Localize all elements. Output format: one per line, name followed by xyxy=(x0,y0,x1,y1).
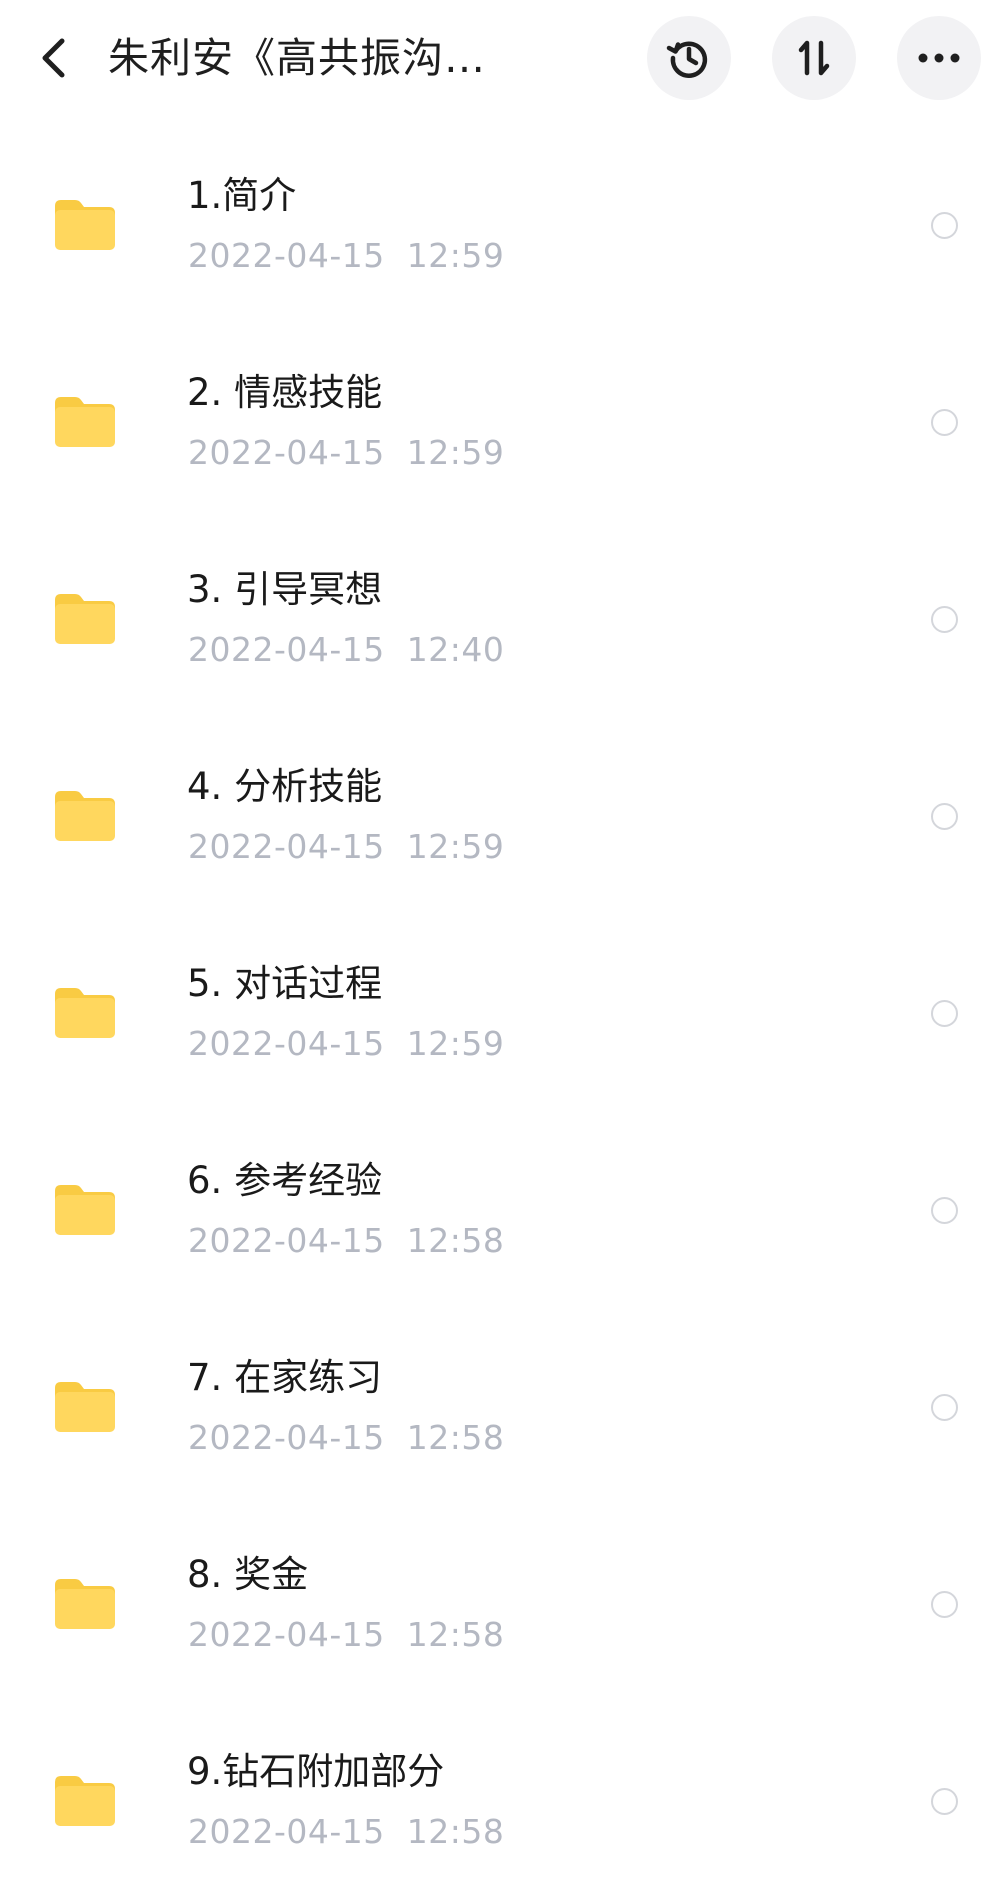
folder-icon xyxy=(55,1382,115,1432)
folder-icon xyxy=(55,1579,115,1629)
select-radio[interactable] xyxy=(931,803,958,830)
file-date: 2022-04-15 12:40 xyxy=(188,630,505,669)
sort-icon xyxy=(798,40,830,76)
folder-icon xyxy=(55,200,115,250)
file-name: 7. 在家练习 xyxy=(187,1356,383,1399)
top-bar: 朱利安《高共振沟… xyxy=(0,0,1000,118)
folder-title: 朱利安《高共振沟… xyxy=(108,34,486,82)
more-button[interactable] xyxy=(897,16,981,100)
file-list-item[interactable]: 6. 参考经验 2022-04-15 12:58 xyxy=(0,1103,1000,1300)
back-button[interactable] xyxy=(28,30,78,86)
history-icon xyxy=(666,41,708,78)
file-date: 2022-04-15 12:58 xyxy=(188,1418,505,1457)
file-name: 2. 情感技能 xyxy=(187,371,383,414)
folder-icon xyxy=(55,594,115,644)
select-radio[interactable] xyxy=(931,212,958,239)
file-name: 4. 分析技能 xyxy=(187,765,383,808)
folder-icon xyxy=(55,1185,115,1235)
select-radio[interactable] xyxy=(931,1197,958,1224)
select-radio[interactable] xyxy=(931,1788,958,1815)
file-name: 6. 参考经验 xyxy=(187,1159,383,1202)
file-name: 5. 对话过程 xyxy=(187,962,383,1005)
more-horizontal-icon xyxy=(918,53,960,63)
file-list-item[interactable]: 2. 情感技能 2022-04-15 12:59 xyxy=(0,315,1000,512)
folder-icon xyxy=(55,1776,115,1826)
history-button[interactable] xyxy=(647,16,731,100)
file-name: 1.简介 xyxy=(187,174,297,217)
file-list-item[interactable]: 1.简介 2022-04-15 12:59 xyxy=(0,118,1000,315)
file-list-item[interactable]: 8. 奖金 2022-04-15 12:58 xyxy=(0,1497,1000,1694)
select-radio[interactable] xyxy=(931,1591,958,1618)
file-list-item[interactable]: 3. 引导冥想 2022-04-15 12:40 xyxy=(0,512,1000,709)
sort-button[interactable] xyxy=(772,16,856,100)
folder-icon xyxy=(55,988,115,1038)
file-date: 2022-04-15 12:59 xyxy=(188,1024,505,1063)
file-name: 9.钻石附加部分 xyxy=(187,1750,445,1793)
file-list: 1.简介 2022-04-15 12:59 2. 情感技能 2022-04-15… xyxy=(0,118,1000,1891)
select-radio[interactable] xyxy=(931,1394,958,1421)
select-radio[interactable] xyxy=(931,1000,958,1027)
file-date: 2022-04-15 12:59 xyxy=(188,433,505,472)
chevron-left-icon xyxy=(42,38,65,78)
file-date: 2022-04-15 12:59 xyxy=(188,236,505,275)
folder-icon xyxy=(55,791,115,841)
select-radio[interactable] xyxy=(931,409,958,436)
file-date: 2022-04-15 12:58 xyxy=(188,1615,505,1654)
file-date: 2022-04-15 12:59 xyxy=(188,827,505,866)
folder-icon xyxy=(55,397,115,447)
file-name: 8. 奖金 xyxy=(187,1553,309,1596)
file-date: 2022-04-15 12:58 xyxy=(188,1221,505,1260)
file-name: 3. 引导冥想 xyxy=(187,568,383,611)
file-list-item[interactable]: 4. 分析技能 2022-04-15 12:59 xyxy=(0,709,1000,906)
file-list-item[interactable]: 7. 在家练习 2022-04-15 12:58 xyxy=(0,1300,1000,1497)
file-list-item[interactable]: 9.钻石附加部分 2022-04-15 12:58 xyxy=(0,1694,1000,1891)
file-date: 2022-04-15 12:58 xyxy=(188,1812,505,1851)
select-radio[interactable] xyxy=(931,606,958,633)
file-list-item[interactable]: 5. 对话过程 2022-04-15 12:59 xyxy=(0,906,1000,1103)
